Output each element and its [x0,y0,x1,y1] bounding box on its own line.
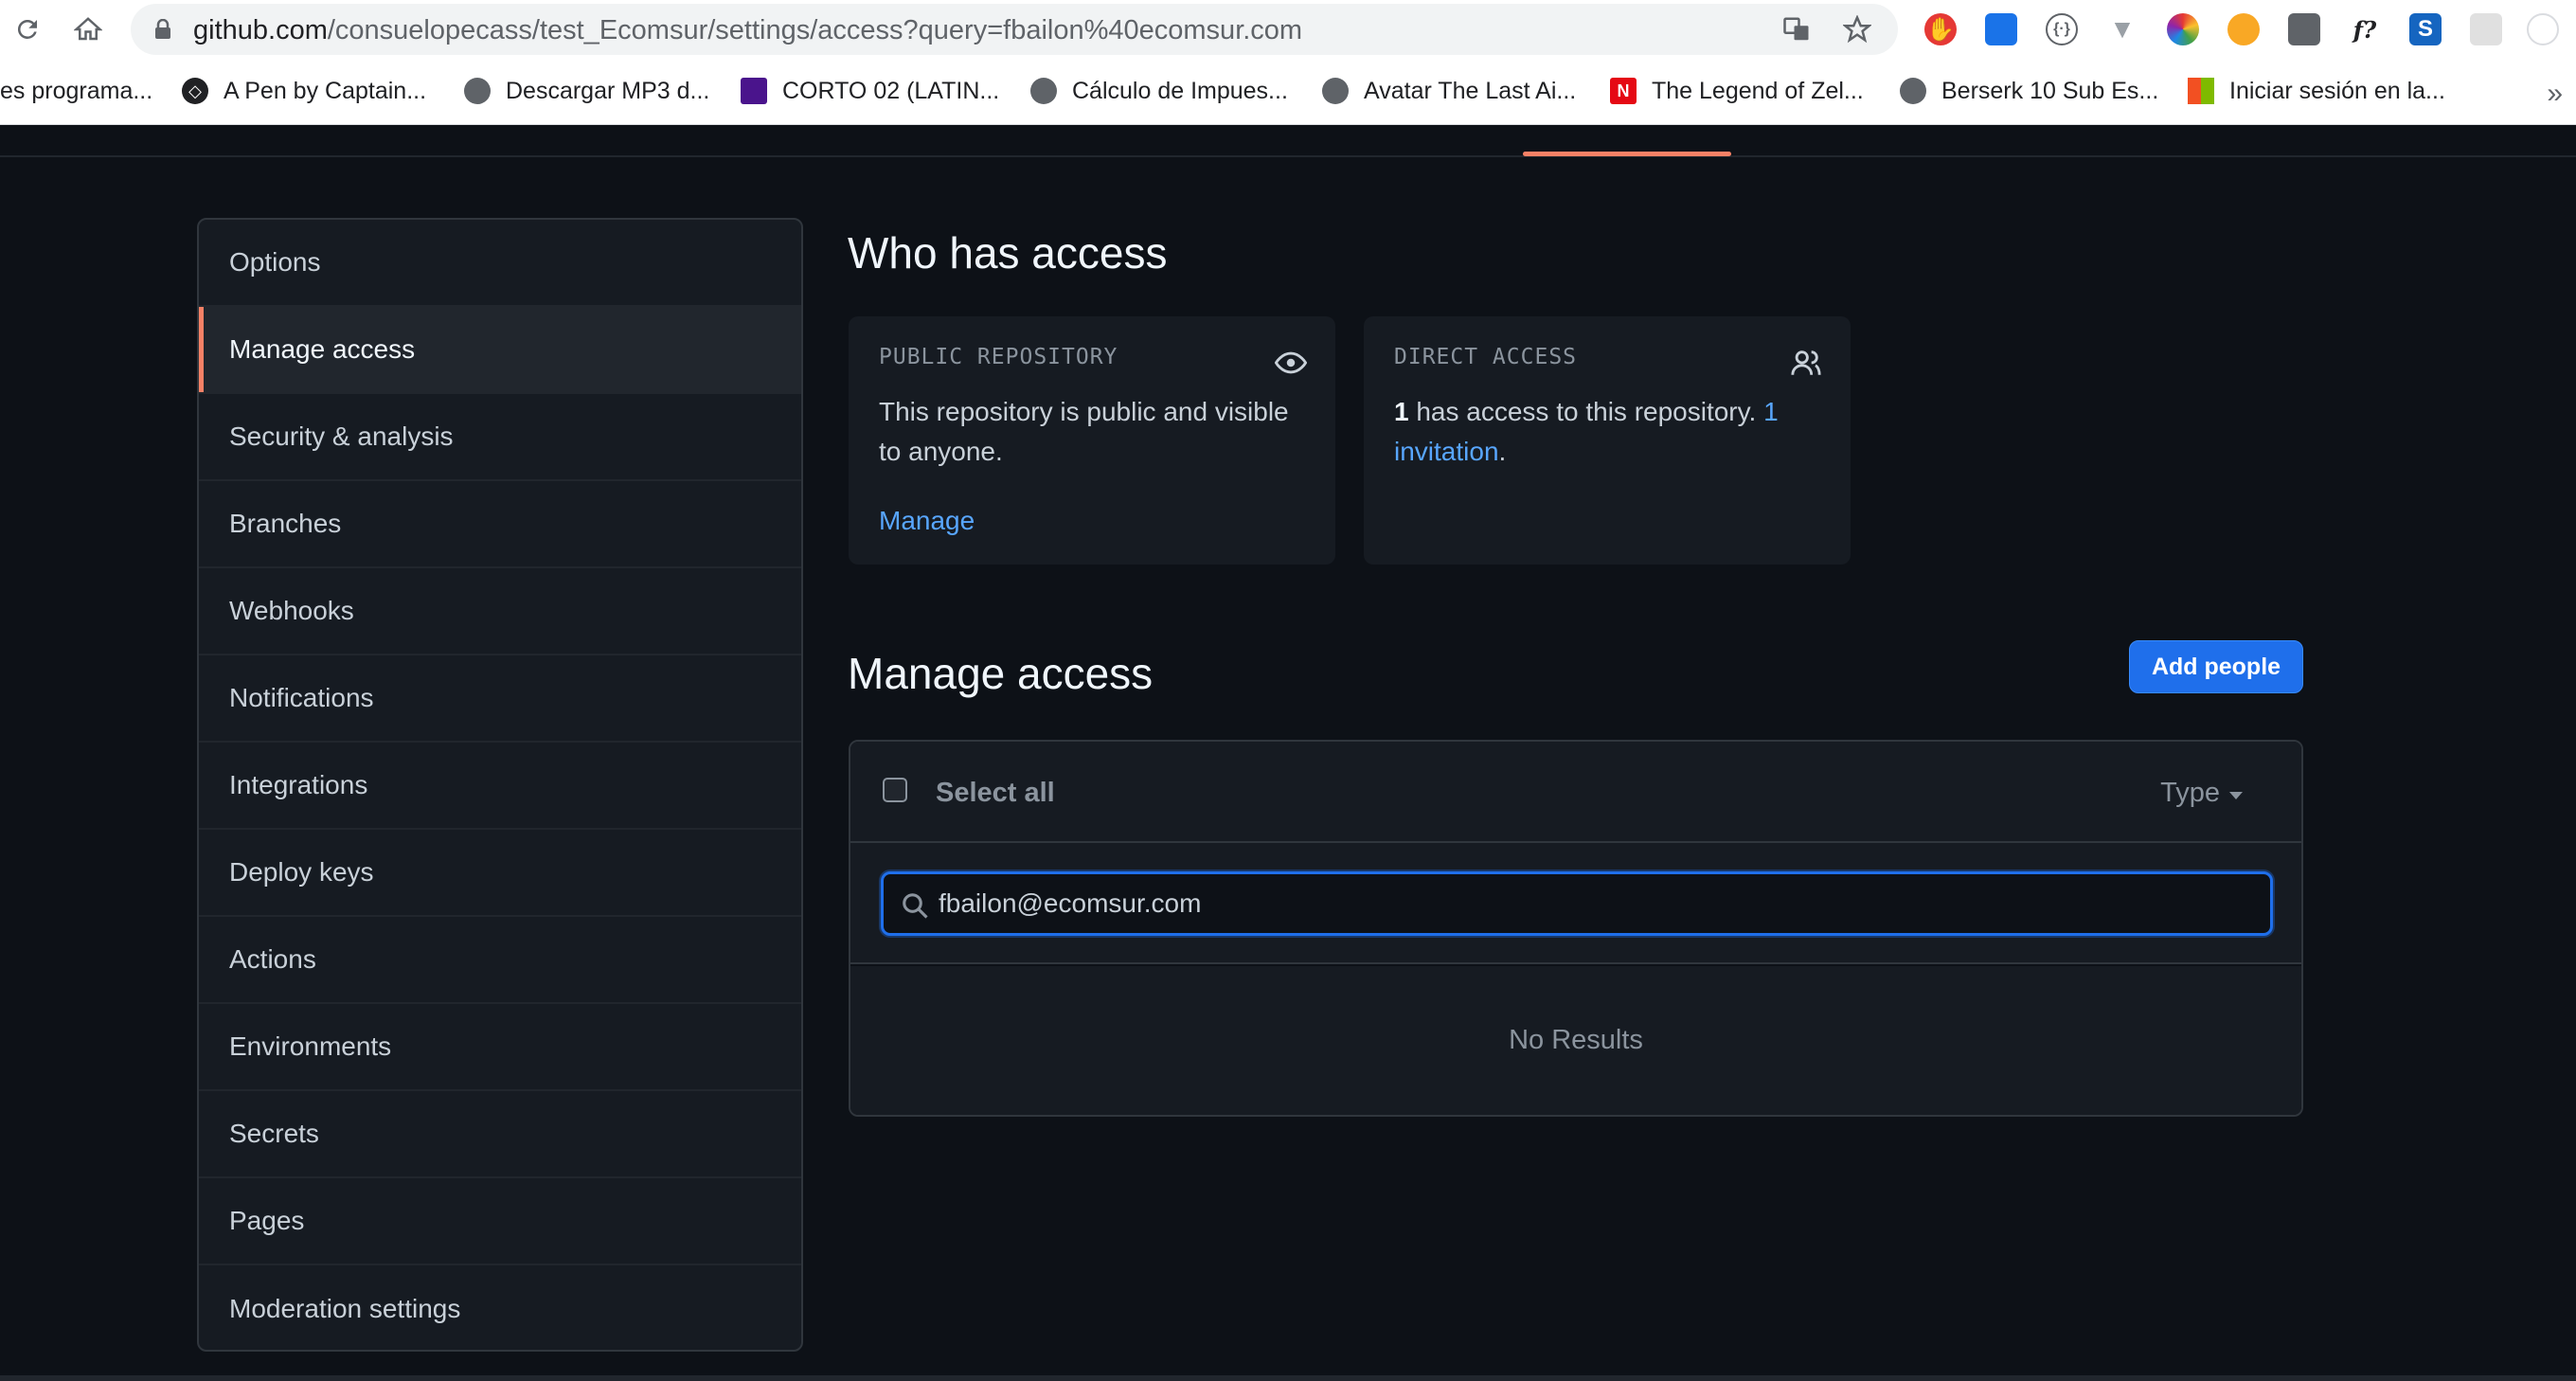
who-has-access-heading: Who has access [848,228,1168,278]
manage-access-heading: Manage access [848,649,1154,698]
window-bottom-edge [0,1375,2576,1381]
bookmark-item[interactable]: es programa... [0,72,152,110]
sidebar-item-branches[interactable]: Branches [199,481,801,568]
translate-icon[interactable] [1782,15,1811,44]
card-header: DIRECT ACCESS [1394,345,1578,369]
access-list-header: Select all Type [850,742,2301,843]
collaborator-count: 1 [1394,397,1409,426]
globe-icon [464,78,491,104]
card-header: PUBLIC REPOSITORY [879,345,1118,369]
settings-tab-indicator [1523,152,1731,156]
sun-extension-icon[interactable] [2227,13,2260,45]
bookmark-item[interactable]: Iniciar sesión en la... [2188,72,2445,110]
address-bar[interactable]: github.com/consuelopecass/test_Ecomsur/s… [131,4,1898,55]
grid-extension-icon[interactable] [2470,13,2502,45]
globe-icon [1030,78,1057,104]
sidebar-item-webhooks[interactable]: Webhooks [199,568,801,655]
sidebar-item-security-analysis[interactable]: Security & analysis [199,394,801,481]
codepen-icon: ◇ [182,78,208,104]
bookmark-item[interactable]: N The Legend of Zel... [1610,72,1864,110]
search-icon [903,893,928,919]
public-repository-card: PUBLIC REPOSITORY This repository is pub… [849,316,1335,565]
globe-icon [1322,78,1349,104]
bookmarks-bar: es programa... ◇ A Pen by Captain... Desc… [0,59,2576,125]
sidebar-item-deploy-keys[interactable]: Deploy keys [199,830,801,917]
type-filter-dropdown[interactable]: Type [2160,778,2243,809]
eye-icon [1275,351,1307,374]
sidebar-item-manage-access[interactable]: Manage access [199,307,801,394]
netflix-icon: N [1610,78,1637,104]
caret-down-icon [2229,791,2243,799]
reload-icon[interactable] [8,9,47,49]
access-list-box: Select all Type No Results [849,740,2303,1117]
repo-nav-divider [0,155,2576,157]
card-description: This repository is public and visible to… [879,397,1289,466]
bookmark-item[interactable]: CORTO 02 (LATIN... [741,72,999,110]
search-input[interactable] [939,874,2255,933]
device-extension-icon[interactable] [2288,13,2320,45]
microsoft-icon [2188,78,2214,104]
adblock-extension-icon[interactable]: ✋ [1924,13,1957,45]
select-all-checkbox[interactable] [883,778,907,802]
search-row [850,843,2301,964]
lock-icon[interactable] [153,19,172,40]
sidebar-item-actions[interactable]: Actions [199,917,801,1004]
profile-extension-icon[interactable] [2527,13,2559,45]
home-icon[interactable] [68,9,108,49]
bookmark-item[interactable]: Avatar The Last Ai... [1322,72,1576,110]
bookmark-item[interactable]: Descargar MP3 d... [464,72,709,110]
vue-extension-icon[interactable]: ▼ [2106,13,2138,45]
sidebar-item-secrets[interactable]: Secrets [199,1091,801,1178]
people-icon [1791,350,1821,375]
url-text[interactable]: github.com/consuelopecass/test_Ecomsur/s… [193,16,1302,45]
bookmark-star-icon[interactable] [1843,15,1871,44]
manage-visibility-link[interactable]: Manage [879,506,975,536]
sidebar-item-notifications[interactable]: Notifications [199,655,801,743]
browser-toolbar: github.com/consuelopecass/test_Ecomsur/s… [0,0,2576,59]
bookmark-item[interactable]: Berserk 10 Sub Es... [1900,72,2158,110]
sidebar-item-options[interactable]: Options [199,220,801,307]
search-field[interactable] [881,871,2273,936]
bucket-extension-icon[interactable] [1985,13,2017,45]
settings-sidebar: Options Manage access Security & analysi… [197,218,803,1352]
code-extension-icon[interactable]: {·} [2046,13,2078,45]
more-bookmarks-icon[interactable]: » [2547,78,2563,110]
direct-access-card: DIRECT ACCESS 1 has access to this repos… [1364,316,1851,565]
select-all-label[interactable]: Select all [936,778,1055,809]
video-thumbnail-icon [741,78,767,104]
bookmark-item[interactable]: ◇ A Pen by Captain... [182,72,426,110]
card-description: 1 has access to this repository. 1 invit… [1394,397,1779,466]
color-extension-icon[interactable] [2167,13,2199,45]
no-results-message: No Results [850,966,2301,1115]
sidebar-item-pages[interactable]: Pages [199,1178,801,1265]
sidebar-item-integrations[interactable]: Integrations [199,743,801,830]
function-extension-icon[interactable]: f? [2349,13,2381,45]
add-people-button[interactable]: Add people [2129,640,2303,693]
bookmark-item[interactable]: Cálculo de Impues... [1030,72,1288,110]
sidebar-item-environments[interactable]: Environments [199,1004,801,1091]
sidebar-item-moderation-settings[interactable]: Moderation settings [199,1265,801,1350]
globe-icon [1900,78,1926,104]
s-extension-icon[interactable]: S [2409,13,2442,45]
